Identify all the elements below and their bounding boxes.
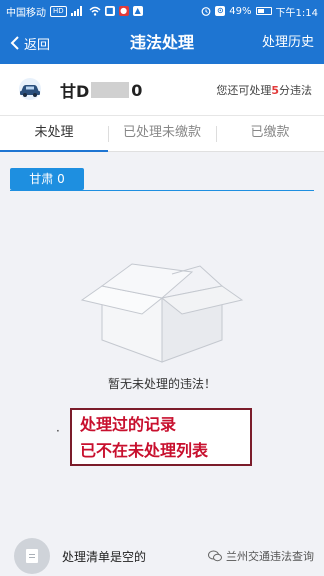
clock: 下午1:14 (275, 7, 318, 19)
bottom-bar: 处理清单是空的 兰州交通违法查询 (0, 530, 324, 576)
empty-state-message: 暂无未处理的违法！ (107, 377, 216, 391)
app-notification-icon-4: ⊙ (215, 6, 226, 16)
quota-suffix: 分违法 (279, 84, 312, 97)
watermark-text: 兰州交通违法查询 (226, 550, 314, 563)
empty-box-icon (80, 263, 244, 363)
points-quota: 您还可处理5分违法 (216, 82, 312, 98)
tab-processed-unpaid[interactable]: 已处理未缴款 (108, 116, 216, 151)
tab-divider (108, 126, 109, 142)
signal-icon (70, 6, 82, 16)
plate-prefix: 甘D (60, 82, 90, 101)
annotation-bullet: · (56, 424, 60, 438)
wechat-icon (208, 550, 222, 562)
plate-number: 甘D 0 (60, 78, 142, 102)
annotation-line-2: 已不在未处理列表 (80, 441, 209, 460)
plate-suffix: 0 (131, 80, 143, 100)
tab-paid[interactable]: 已缴款 (216, 116, 324, 151)
tab-unprocessed[interactable]: 未处理 (0, 116, 108, 152)
navigation-bar: 返回 违法处理 处理历史 (0, 22, 324, 64)
tab-bar: 未处理 已处理未缴款 已缴款 (0, 116, 324, 152)
wifi-icon (89, 6, 101, 16)
battery-icon (255, 7, 272, 15)
history-button[interactable]: 处理历史 (262, 22, 314, 64)
watermark: 兰州交通违法查询 (208, 548, 314, 564)
annotation-box: 处理过的记录 已不在未处理列表 (70, 408, 252, 466)
annotation-line-1: 处理过的记录 (80, 415, 177, 434)
network-badge: HD (50, 5, 67, 17)
region-underline (10, 190, 314, 191)
tab-divider (216, 126, 217, 142)
carrier-label: 中国移动 (6, 7, 46, 19)
vehicle-row: 甘D 0 您还可处理5分违法 (0, 64, 324, 116)
app-notification-icon-3: ▲ (132, 6, 143, 16)
alarm-icon (201, 7, 211, 16)
list-label: 处理清单是空的 (62, 550, 147, 564)
status-bar: 中国移动 HD ■ ● ▲ ⊙ 49% 下午1:14 (0, 0, 324, 22)
quota-number: 5 (271, 84, 279, 97)
car-icon (19, 78, 41, 100)
plate-mask (91, 82, 130, 98)
region-chip[interactable]: 甘肃 0 (10, 168, 84, 190)
document-icon (26, 549, 38, 563)
app-notification-icon: ■ (104, 6, 115, 16)
app-notification-icon-2: ● (118, 6, 129, 16)
list-button[interactable] (14, 538, 50, 574)
quota-prefix: 您还可处理 (216, 84, 272, 97)
battery-percent: 49% (229, 5, 252, 17)
